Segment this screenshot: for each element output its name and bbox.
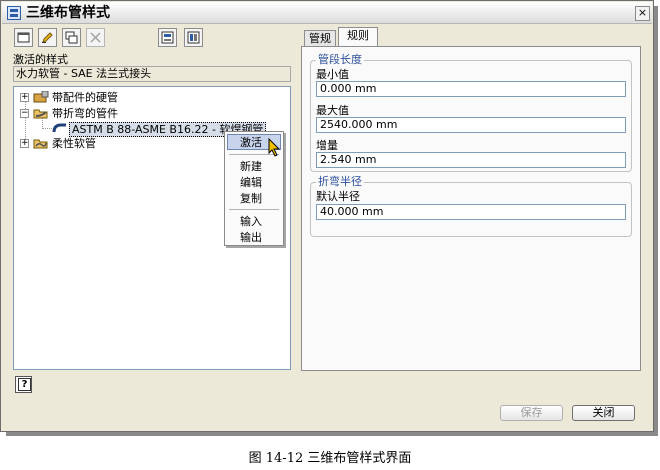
delete-style-button[interactable] [86, 28, 105, 47]
active-style-label: 激活的样式 [13, 53, 68, 66]
tree-node-rigid-with-fittings[interactable]: 带配件的硬管 [52, 91, 118, 104]
min-length-input[interactable]: 0.000 mm [316, 81, 626, 97]
rigid-pipe-icon [33, 91, 49, 103]
delete-style-icon [90, 32, 101, 43]
rules-tab-panel: 管段长度 最小值 0.000 mm 最大值 2540.000 mm 增量 2.5… [301, 46, 641, 371]
tree-node-flexible-hose[interactable]: 柔性软管 [52, 137, 96, 150]
min-length-label: 最小值 [316, 68, 349, 81]
tab-rules[interactable]: 规则 [338, 27, 378, 47]
menu-item-new[interactable]: 新建 [240, 160, 262, 173]
menu-item-copy[interactable]: 复制 [240, 192, 262, 205]
new-style-icon [17, 32, 30, 43]
segment-length-group-title: 管段长度 [316, 53, 364, 66]
collapse-toggle[interactable]: − [20, 109, 29, 118]
max-length-label: 最大值 [316, 104, 349, 117]
figure-caption: 图 14-12 三维布管样式界面 [248, 451, 412, 466]
mouse-cursor-icon [268, 138, 281, 157]
close-button[interactable]: 关闭 [572, 405, 635, 421]
title-bar[interactable]: 三维布管样式 × [2, 2, 652, 24]
menu-item-activate[interactable]: 激活 [240, 136, 262, 149]
max-length-input[interactable]: 2540.000 mm [316, 117, 626, 133]
help-button[interactable] [15, 376, 32, 393]
pipe-style-icon [52, 123, 66, 133]
copy-style-icon [65, 31, 78, 44]
tree-connector [42, 128, 52, 129]
default-radius-label: 默认半径 [316, 190, 360, 203]
expand-toggle[interactable]: + [20, 93, 29, 102]
menu-item-edit[interactable]: 编辑 [240, 176, 262, 189]
new-style-button[interactable] [14, 28, 33, 47]
tree-node-bent-tubing[interactable]: 带折弯的管件 [52, 107, 118, 120]
app-icon [7, 6, 21, 20]
window-title: 三维布管样式 [26, 5, 110, 21]
active-style-field: 水力软管 - SAE 法兰式接头 [13, 66, 291, 82]
export-button[interactable] [184, 28, 203, 47]
export-icon [187, 31, 200, 44]
import-button[interactable] [158, 28, 177, 47]
menu-separator [229, 209, 279, 210]
pipe-style-dialog: 三维布管样式 × 激活的样式 水力软管 - SAE 法兰式接头 + 带配件的硬管… [0, 0, 654, 432]
bent-pipe-folder-icon [33, 109, 48, 119]
bend-radius-group-title: 折弯半径 [316, 175, 364, 188]
edit-style-icon [42, 32, 53, 43]
menu-item-export[interactable]: 输出 [240, 231, 262, 244]
default-radius-input[interactable]: 40.000 mm [316, 204, 626, 220]
increment-label: 增量 [316, 139, 338, 152]
import-icon [161, 31, 174, 44]
menu-item-import[interactable]: 输入 [240, 215, 262, 228]
edit-style-button[interactable] [38, 28, 57, 47]
expand-toggle[interactable]: + [20, 139, 29, 148]
close-window-button[interactable]: × [635, 6, 650, 21]
flexible-hose-folder-icon [33, 139, 48, 149]
save-button[interactable]: 保存 [500, 405, 563, 421]
increment-input[interactable]: 2.540 mm [316, 152, 626, 168]
copy-style-button[interactable] [62, 28, 81, 47]
